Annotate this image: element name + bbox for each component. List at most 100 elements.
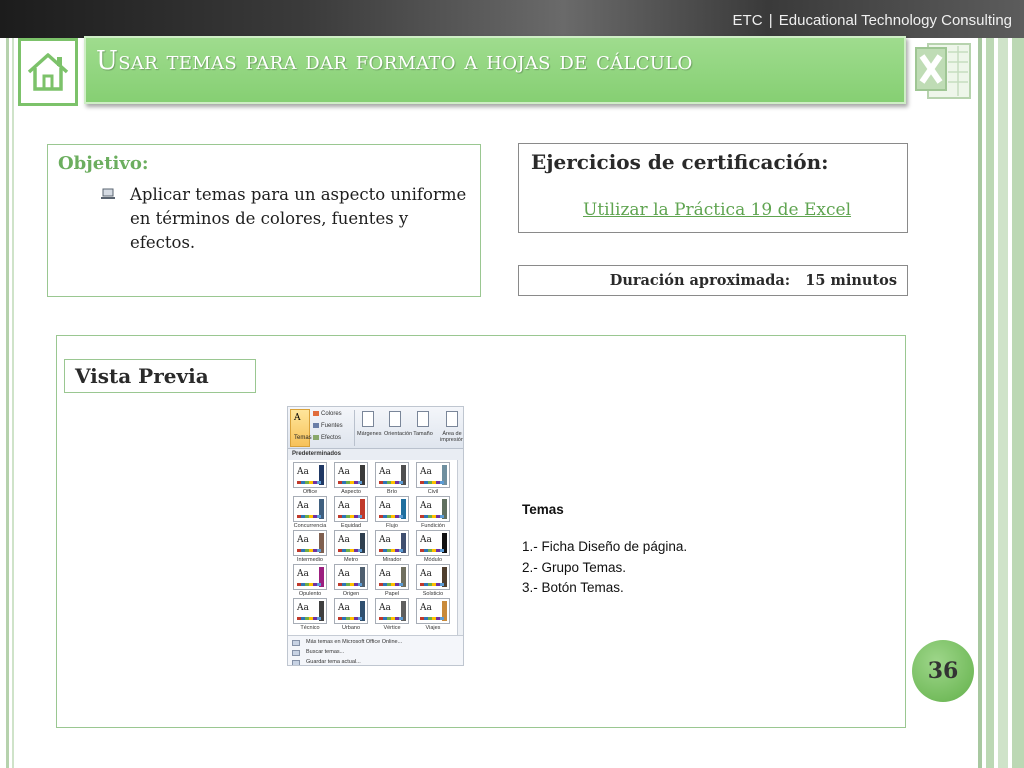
theme-tile[interactable]: Aa [416, 462, 450, 488]
theme-tile[interactable]: Aa [334, 496, 368, 522]
theme-color-swatches [420, 583, 444, 586]
theme-name: Técnico [300, 625, 320, 631]
theme-name: Opulento [298, 591, 322, 597]
duration-text: Duración aproximada: 15 minutos [609, 272, 897, 289]
page-number: 36 [927, 658, 959, 684]
temas-button[interactable]: A Temas [290, 409, 312, 447]
brand-code: ETC [732, 12, 763, 29]
notes-step: 3.- Botón Temas. [522, 580, 624, 595]
effects-icon [313, 435, 319, 440]
theme-tile[interactable]: Aa [334, 598, 368, 624]
theme-color-swatches [297, 583, 321, 586]
theme-color-swatches [420, 549, 444, 552]
left-decor-stripe [6, 38, 9, 768]
theme-name: Vértice [383, 625, 401, 631]
theme-tile[interactable]: Aa [293, 564, 327, 590]
more-themes-item[interactable]: Más temas en Microsoft Office Online... [306, 639, 402, 645]
theme-tile[interactable]: Aa [293, 462, 327, 488]
theme-tile[interactable]: Aa [293, 530, 327, 556]
theme-name: Concurrencia [293, 523, 327, 529]
theme-color-swatches [379, 549, 403, 552]
margenes-label: Márgenes [357, 431, 382, 437]
theme-name: Aspecto [341, 489, 361, 495]
colores-button[interactable]: Colores [313, 411, 342, 417]
theme-name: Metro [343, 557, 359, 563]
theme-tile[interactable]: Aa [375, 564, 409, 590]
fuentes-label: Fuentes [321, 423, 343, 430]
save-theme-item[interactable]: Guardar tema actual... [306, 659, 361, 665]
theme-tile[interactable]: Aa [416, 598, 450, 624]
notes-step: 2.- Grupo Temas. [522, 559, 627, 575]
ribbon: A Temas Colores Fuentes Efectos Márgenes… [288, 407, 463, 449]
theme-name: Módulo [423, 557, 443, 563]
theme-tile[interactable]: Aa [334, 462, 368, 488]
theme-tile[interactable]: Aa [293, 496, 327, 522]
gallery-section-header: Predeterminados [288, 449, 463, 460]
gallery-footer: Más temas en Microsoft Office Online... … [288, 635, 463, 665]
theme-sample-text: Aa [379, 535, 391, 545]
theme-name: Equidad [340, 523, 362, 529]
theme-tile[interactable]: Aa [416, 530, 450, 556]
theme-color-swatches [297, 515, 321, 518]
brand-text: ETC | Educational Technology Consulting [733, 12, 1012, 29]
online-themes-icon [292, 640, 300, 646]
theme-tile[interactable]: Aa [293, 598, 327, 624]
theme-name: Civil [427, 489, 439, 495]
practice-link[interactable]: Utilizar la Práctica 19 de Excel [583, 200, 851, 220]
tamano-label: Tamaño [413, 431, 433, 437]
theme-color-swatches [297, 549, 321, 552]
theme-sample-text: Aa [338, 501, 350, 511]
print-area-icon [446, 411, 458, 427]
right-decor-stripe-2 [986, 38, 994, 768]
temas-aa-icon: A [294, 413, 301, 423]
gallery-scrollbar[interactable] [457, 460, 463, 635]
theme-color-swatches [338, 549, 362, 552]
margins-icon [362, 411, 374, 427]
theme-tile[interactable]: Aa [334, 530, 368, 556]
theme-tile[interactable]: Aa [334, 564, 368, 590]
fuentes-button[interactable]: Fuentes [313, 423, 343, 429]
theme-sample-text: Aa [379, 569, 391, 579]
themes-gallery-screenshot: A Temas Colores Fuentes Efectos Márgenes… [287, 406, 464, 666]
theme-tile[interactable]: Aa [375, 496, 409, 522]
certification-box: Ejercicios de certificación: Utilizar la… [518, 143, 908, 233]
theme-tile[interactable]: Aa [375, 530, 409, 556]
preview-label-box: Vista Previa [64, 359, 256, 393]
theme-name: Viajes [425, 625, 441, 631]
theme-color-swatches [420, 617, 444, 620]
theme-tile[interactable]: Aa [375, 598, 409, 624]
theme-sample-text: Aa [420, 535, 432, 545]
orientacion-button[interactable]: Orientación [384, 411, 412, 437]
theme-sample-text: Aa [420, 467, 432, 477]
theme-sample-text: Aa [297, 501, 309, 511]
theme-color-swatches [297, 481, 321, 484]
theme-sample-text: Aa [297, 569, 309, 579]
theme-sample-text: Aa [297, 603, 309, 613]
theme-color-swatches [379, 481, 403, 484]
home-button[interactable] [18, 38, 78, 106]
theme-name: Solsticio [422, 591, 444, 597]
theme-name: Urbano [341, 625, 361, 631]
colors-icon [313, 411, 319, 416]
theme-sample-text: Aa [338, 535, 350, 545]
margenes-button[interactable]: Márgenes [357, 411, 382, 437]
theme-tile[interactable]: Aa [375, 462, 409, 488]
theme-sample-text: Aa [420, 603, 432, 613]
theme-tile[interactable]: Aa [416, 496, 450, 522]
title-bar: Usar temas para dar formato a hojas de c… [84, 36, 906, 104]
efectos-button[interactable]: Efectos [313, 435, 341, 441]
theme-name: Fundición [421, 523, 445, 529]
tamano-button[interactable]: Tamaño [412, 411, 434, 437]
theme-sample-text: Aa [338, 467, 350, 477]
right-decor-stripe-1 [978, 38, 982, 768]
certification-heading: Ejercicios de certificación: [531, 150, 829, 174]
browse-themes-item[interactable]: Buscar temas... [306, 649, 344, 655]
area-button[interactable]: Área de impresión [440, 411, 463, 443]
theme-name: Brío [386, 489, 398, 495]
theme-tile[interactable]: Aa [416, 564, 450, 590]
theme-sample-text: Aa [379, 501, 391, 511]
theme-color-swatches [338, 481, 362, 484]
theme-color-swatches [338, 583, 362, 586]
theme-color-swatches [379, 515, 403, 518]
theme-sample-text: Aa [420, 501, 432, 511]
